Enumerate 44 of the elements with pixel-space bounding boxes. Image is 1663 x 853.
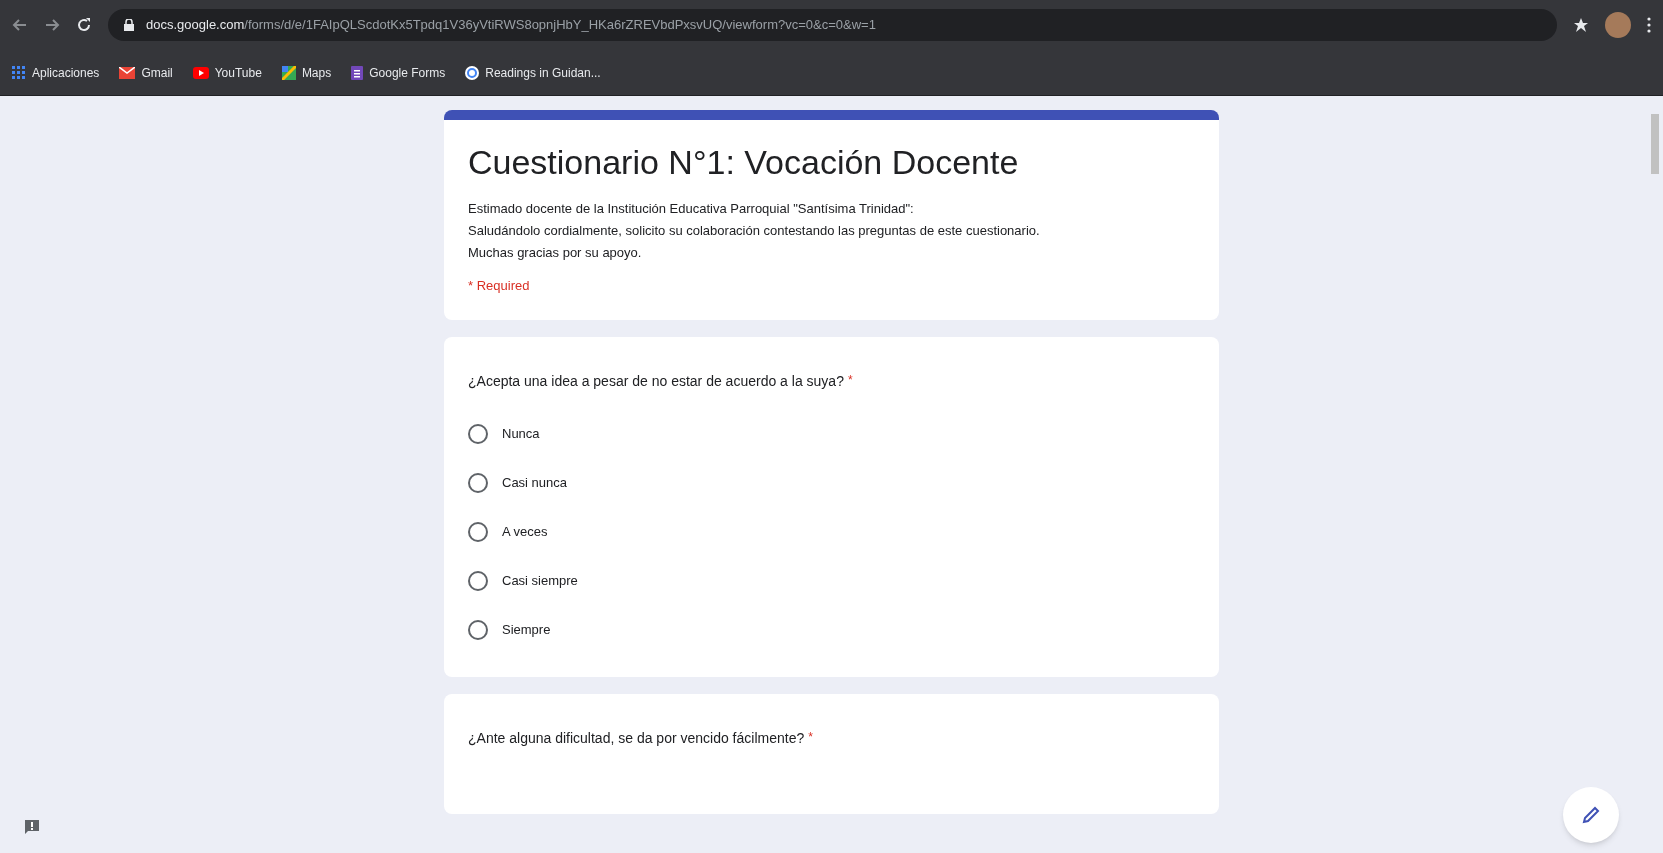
bookmark-link[interactable]: Gmail (119, 63, 173, 82)
scrollbar-thumb[interactable] (1651, 114, 1659, 174)
bookmark-link[interactable]: Google Forms (351, 63, 446, 82)
forward-icon[interactable] (44, 17, 60, 33)
question-text: ¿Ante alguna dificultad, se da por vencido fácilmente? (468, 728, 805, 748)
option-label[interactable]: Nunca (502, 424, 540, 444)
bookmark-link[interactable]: Maps (281, 63, 332, 82)
form-title: Cuestionario N°1: Vocación Docente (468, 142, 1020, 183)
option-label[interactable]: Siempre (502, 620, 551, 640)
back-icon[interactable] (12, 17, 28, 33)
option-label[interactable]: Casi nunca (502, 473, 568, 493)
description-text: Estimado docente de la Institución Educativa Parroquial "Santísima Trinidad": (468, 200, 915, 218)
description-text: Saludándolo cordialmente, solicito su colaboración contestando las preguntas de este cuestionario. (468, 222, 1041, 240)
grid-icon (12, 65, 26, 80)
question-text: ¿Acepta una idea a pesar de no estar de acuerdo a la suya? (468, 371, 844, 391)
radio-button[interactable] (468, 522, 488, 542)
reload-icon[interactable] (76, 17, 92, 33)
radio-button[interactable] (468, 571, 488, 591)
map-icon (281, 65, 296, 80)
report-icon[interactable] (24, 819, 40, 835)
menu-icon[interactable] (1647, 17, 1651, 33)
lock-icon (124, 19, 134, 31)
option-label[interactable]: A veces (502, 522, 548, 542)
form-icon (351, 65, 364, 80)
bookmark-link[interactable]: Readings in Guidan... (465, 63, 601, 82)
star-icon[interactable] (1573, 17, 1589, 33)
option-label[interactable]: Casi siempre (502, 571, 578, 591)
pencil-icon (1581, 805, 1601, 825)
required-note: * Required (468, 277, 531, 295)
description-text: Muchas gracias por su apoyo. (468, 244, 643, 262)
url-text: docs.google.com/forms/d/e/1FAIpQLScdotKx5Tpdq1V36yVtiRWS8opnjHbY_HKa6rZREVbdPxsvUQ/viewform?vc=0&c=0&w=1 (146, 16, 876, 35)
radio-button[interactable] (468, 473, 488, 493)
radio-button[interactable] (468, 424, 488, 444)
envelope-icon (119, 66, 136, 79)
play-icon (192, 66, 209, 79)
required-asterisk: * (808, 728, 813, 746)
profile-avatar[interactable] (1605, 12, 1631, 38)
radio-button[interactable] (468, 620, 488, 640)
globe-icon (465, 65, 480, 80)
bookmark-link[interactable]: Aplicaciones (12, 63, 100, 82)
bookmark-link[interactable]: YouTube (192, 63, 262, 82)
address-bar[interactable]: docs.google.com/forms/d/e/1FAIpQLScdotKx5Tpdq1V36yVtiRWS8opnjHbY_HKa6rZREVbdPxsvUQ/viewform?vc=0&c=0&w=1 (108, 9, 1557, 41)
required-asterisk: * (847, 371, 853, 389)
edit-button[interactable] (1563, 787, 1619, 843)
